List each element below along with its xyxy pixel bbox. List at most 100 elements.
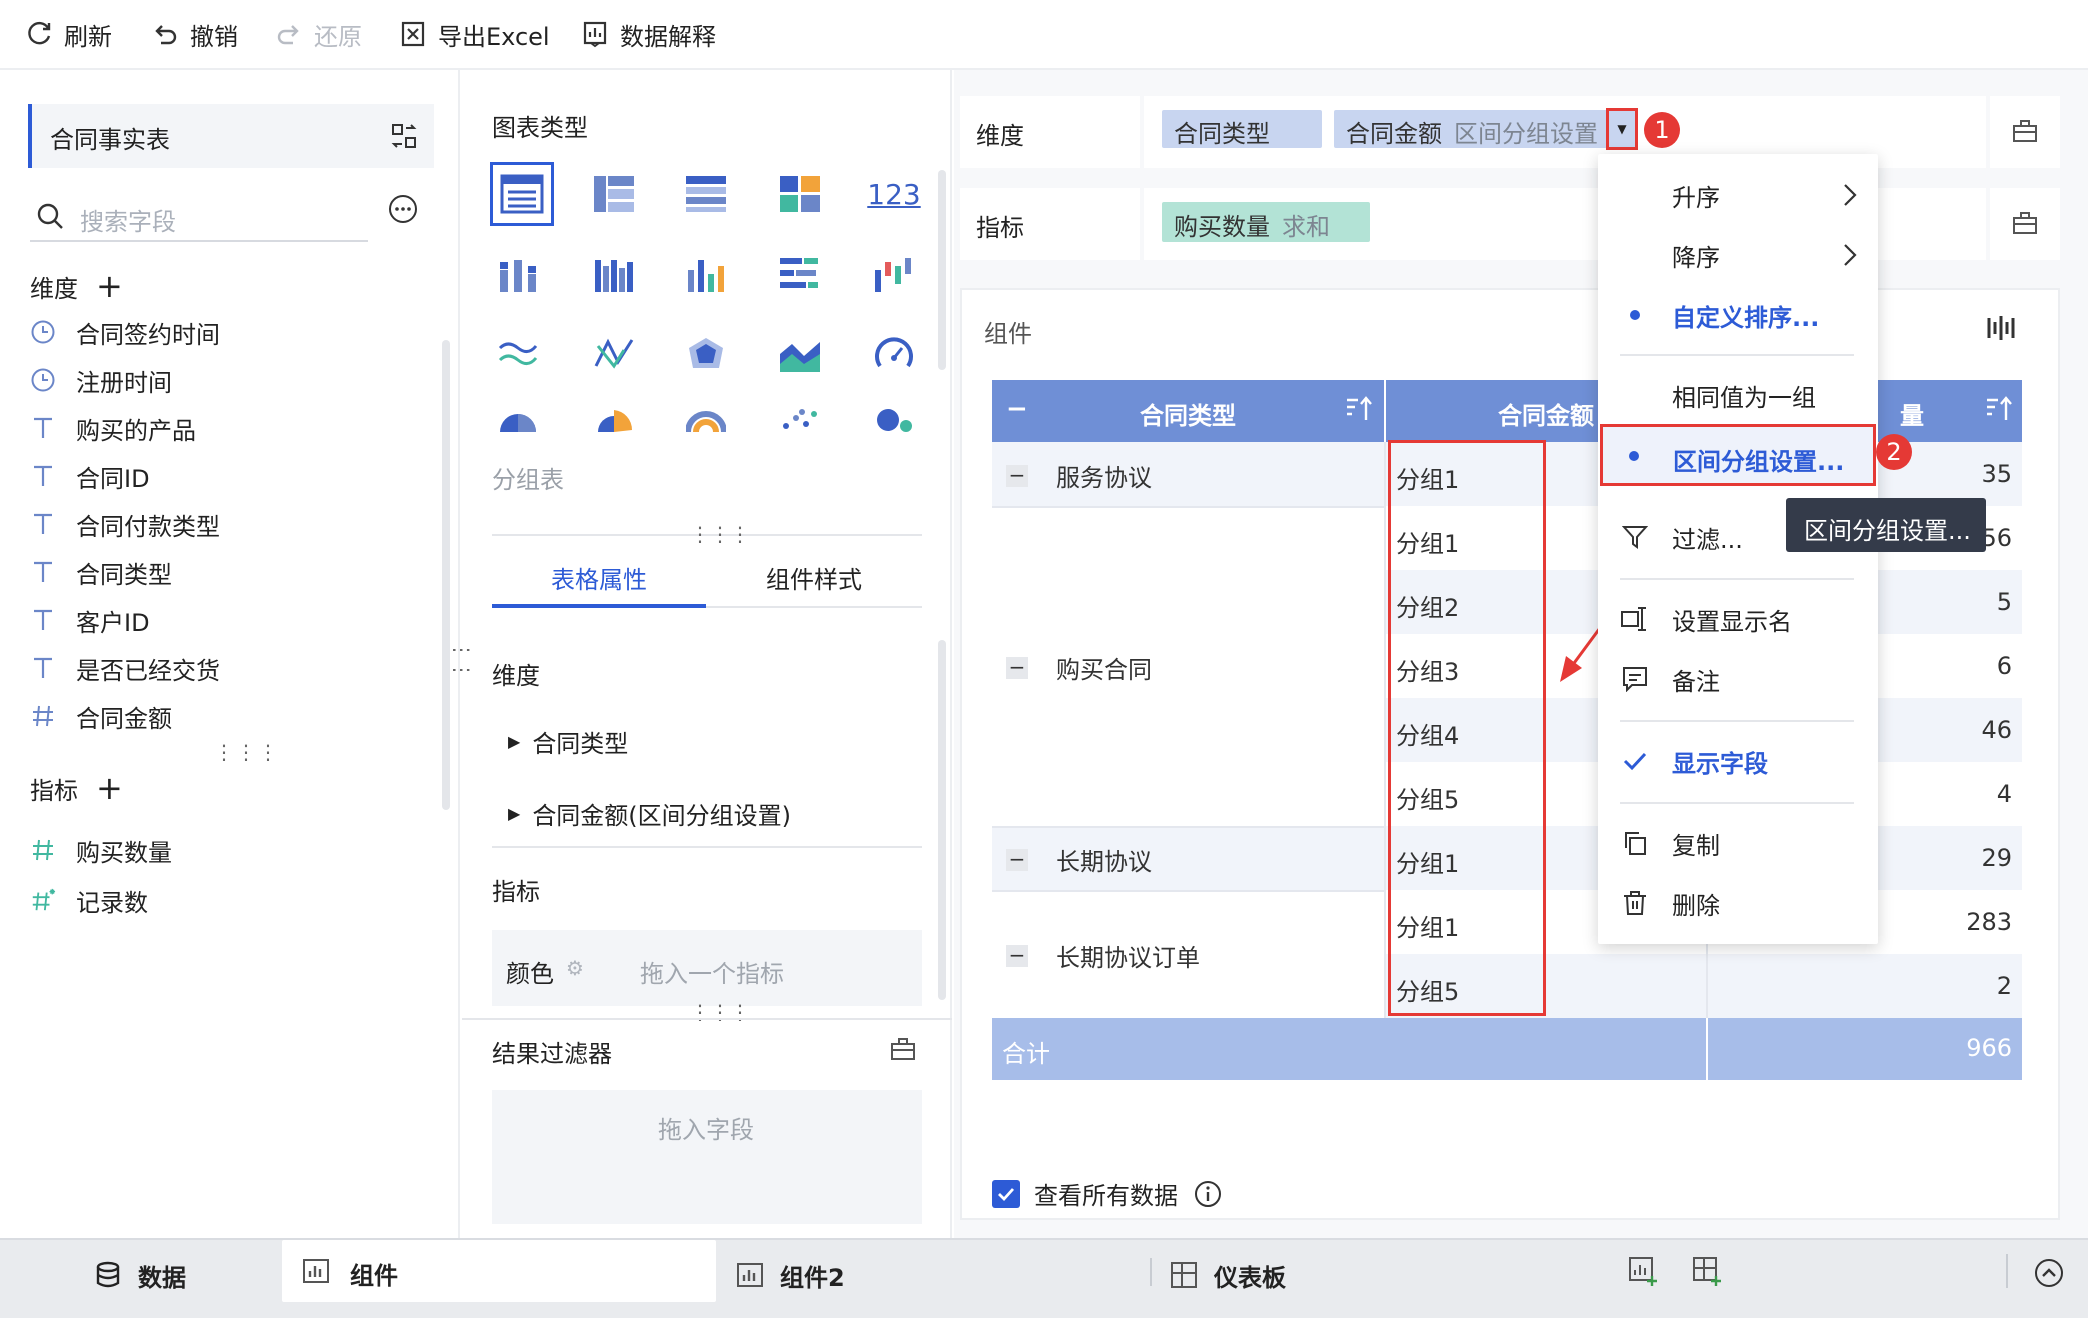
collapse-icon[interactable]: − [1006,656,1028,679]
text-t-icon [30,463,56,489]
row-group-service[interactable]: − 服务协议 [1006,458,1152,493]
dimension-field[interactable]: 注册时间 [30,360,172,400]
sort-icon[interactable] [1984,394,2014,424]
tab-component-active[interactable]: 组件 [282,1240,716,1302]
add-measure-icon[interactable]: + [96,772,123,804]
collapse-icon[interactable]: − [1006,464,1028,487]
menu-item-same-value-group[interactable]: 相同值为一组 [1600,370,1876,420]
color-drop-zone[interactable]: 颜色 ⚙ 拖入一个指标 [492,930,922,1006]
info-icon[interactable] [1194,1180,1222,1208]
chart-grid-scrollbar[interactable] [938,170,946,370]
dimension-field[interactable]: 合同ID [30,456,150,496]
measure-field[interactable]: 购买数量 [30,830,172,870]
dimension-field[interactable]: 购买的产品 [30,408,196,448]
radar-chart-icon[interactable] [678,326,734,382]
sunburst-chart-icon[interactable] [678,400,734,440]
drag-handle-icon[interactable]: ⋮⋮⋮ [690,522,750,546]
menu-item-custom-sort[interactable]: 自定义排序... [1600,290,1876,340]
menu-item-delete[interactable]: 删除 [1600,878,1876,928]
data-explain-button[interactable]: 数据解释 [580,14,716,54]
refresh-button[interactable]: 刷新 [24,14,112,54]
area-chart-icon[interactable] [772,326,828,382]
more-options-icon[interactable] [388,194,418,224]
number-card-chart-icon[interactable]: 123 [866,166,922,222]
redo-button[interactable]: 还原 [274,14,362,54]
chip-dropdown-button[interactable]: ▼ [1606,108,1638,150]
tab-data[interactable]: 数据 [94,1240,186,1310]
text-t-icon [30,559,56,585]
settings-gear-icon[interactable]: ⚙ [566,956,584,980]
export-excel-label: 导出Excel [438,22,550,51]
measure-section-title: 指标 [492,878,540,906]
export-excel-button[interactable]: 导出Excel [398,14,550,54]
polyline-chart-icon[interactable] [586,326,642,382]
undo-button[interactable]: 撤销 [150,14,238,54]
drag-handle-icon[interactable]: ⋮⋮⋮ [690,1000,750,1024]
collapse-up-icon[interactable] [2034,1258,2064,1288]
collapse-all-icon[interactable]: − [1006,394,1028,424]
rename-icon [1620,604,1650,634]
menu-item-ascending[interactable]: 升序 [1600,170,1876,220]
header-contract-amount: 合同金额 [1498,402,1594,430]
dimension-item-contract-type[interactable]: ▶ 合同类型 [508,724,628,759]
row-group-long-term[interactable]: − 长期协议 [1006,842,1152,877]
sort-icon[interactable] [1344,394,1374,424]
dimension-field[interactable]: 合同金额 [30,696,172,736]
menu-item-set-display-name[interactable]: 设置显示名 [1600,594,1876,644]
row-group-purchase[interactable]: − 购买合同 [1006,650,1152,685]
search-field[interactable]: 搜索字段 [30,190,368,242]
menu-item-range-group[interactable]: 区间分组设置... [1600,424,1876,486]
tab-dashboard[interactable]: 仪表板 [1170,1240,1286,1310]
group-table-chart-icon[interactable] [586,166,642,222]
gauge-chart-icon[interactable] [866,326,922,382]
column-chart-icon[interactable] [678,246,734,302]
collapse-icon[interactable]: − [1006,848,1028,871]
kpi-card-chart-icon[interactable] [772,166,828,222]
collapse-icon[interactable]: − [1006,944,1028,967]
menu-item-note[interactable]: 备注 [1600,654,1876,704]
measure-field[interactable]: 记录数 [30,880,148,920]
add-dimension-icon[interactable]: + [96,270,123,302]
bubble-chart-icon[interactable] [866,400,922,440]
tab-component2[interactable]: 组件2 [736,1240,845,1310]
shelf-separator [1140,96,1144,168]
tab-component-style[interactable]: 组件样式 [706,560,922,608]
measure-chip-purchase-qty[interactable]: 购买数量 求和 [1162,202,1370,242]
menu-item-show-field[interactable]: 显示字段 [1600,736,1876,786]
detail-table-chart-icon[interactable] [490,162,554,226]
line-chart-icon[interactable] [490,326,546,382]
menu-item-copy[interactable]: 复制 [1600,818,1876,868]
scatter-chart-icon[interactable] [772,400,828,440]
dimension-item-contract-amount[interactable]: ▶ 合同金额(区间分组设置) [508,796,791,831]
waterfall-chart-icon[interactable] [866,246,922,302]
stacked-bar-chart-icon[interactable] [490,246,546,302]
switch-table-icon[interactable] [390,122,418,150]
cross-table-chart-icon[interactable] [678,166,734,222]
tab-table-attributes[interactable]: 表格属性 [492,560,706,608]
add-dashboard-icon[interactable] [1692,1256,1722,1286]
filter-settings-icon[interactable] [890,1036,916,1062]
shelf-settings-icon[interactable] [2012,118,2038,144]
middle-lower-scrollbar[interactable] [938,640,946,1000]
dimension-field[interactable]: 合同付款类型 [30,504,220,544]
multi-bar-chart-icon[interactable] [586,246,642,302]
shelf-settings-icon[interactable] [2012,210,2038,236]
pie-chart-icon[interactable] [490,400,546,440]
horizontal-bar-chart-icon[interactable] [772,246,828,302]
dimension-chip-contract-amount[interactable]: 合同金额 区间分组设置 [1334,110,1632,148]
filter-drop-zone[interactable]: 拖入字段 [492,1090,922,1224]
view-all-data-checkbox[interactable]: 查看所有数据 [992,1176,1222,1211]
resize-handle[interactable]: ⋮⋮⋮ [214,740,280,764]
dimension-chip-contract-type[interactable]: 合同类型 [1162,110,1322,148]
menu-item-descending[interactable]: 降序 [1600,230,1876,280]
dimension-field[interactable]: 客户ID [30,600,150,640]
table-selector[interactable]: 合同事实表 [28,104,434,168]
add-component-icon[interactable] [1628,1256,1658,1286]
row-group-long-term-order[interactable]: − 长期协议订单 [1006,938,1200,973]
dimension-field[interactable]: 是否已经交货 [30,648,220,688]
dimension-field[interactable]: 合同签约时间 [30,312,220,352]
dimension-field[interactable]: 合同类型 [30,552,172,592]
chart-config-icon[interactable] [1986,314,2016,342]
left-scrollbar[interactable] [442,340,450,810]
rose-chart-icon[interactable] [586,400,642,440]
